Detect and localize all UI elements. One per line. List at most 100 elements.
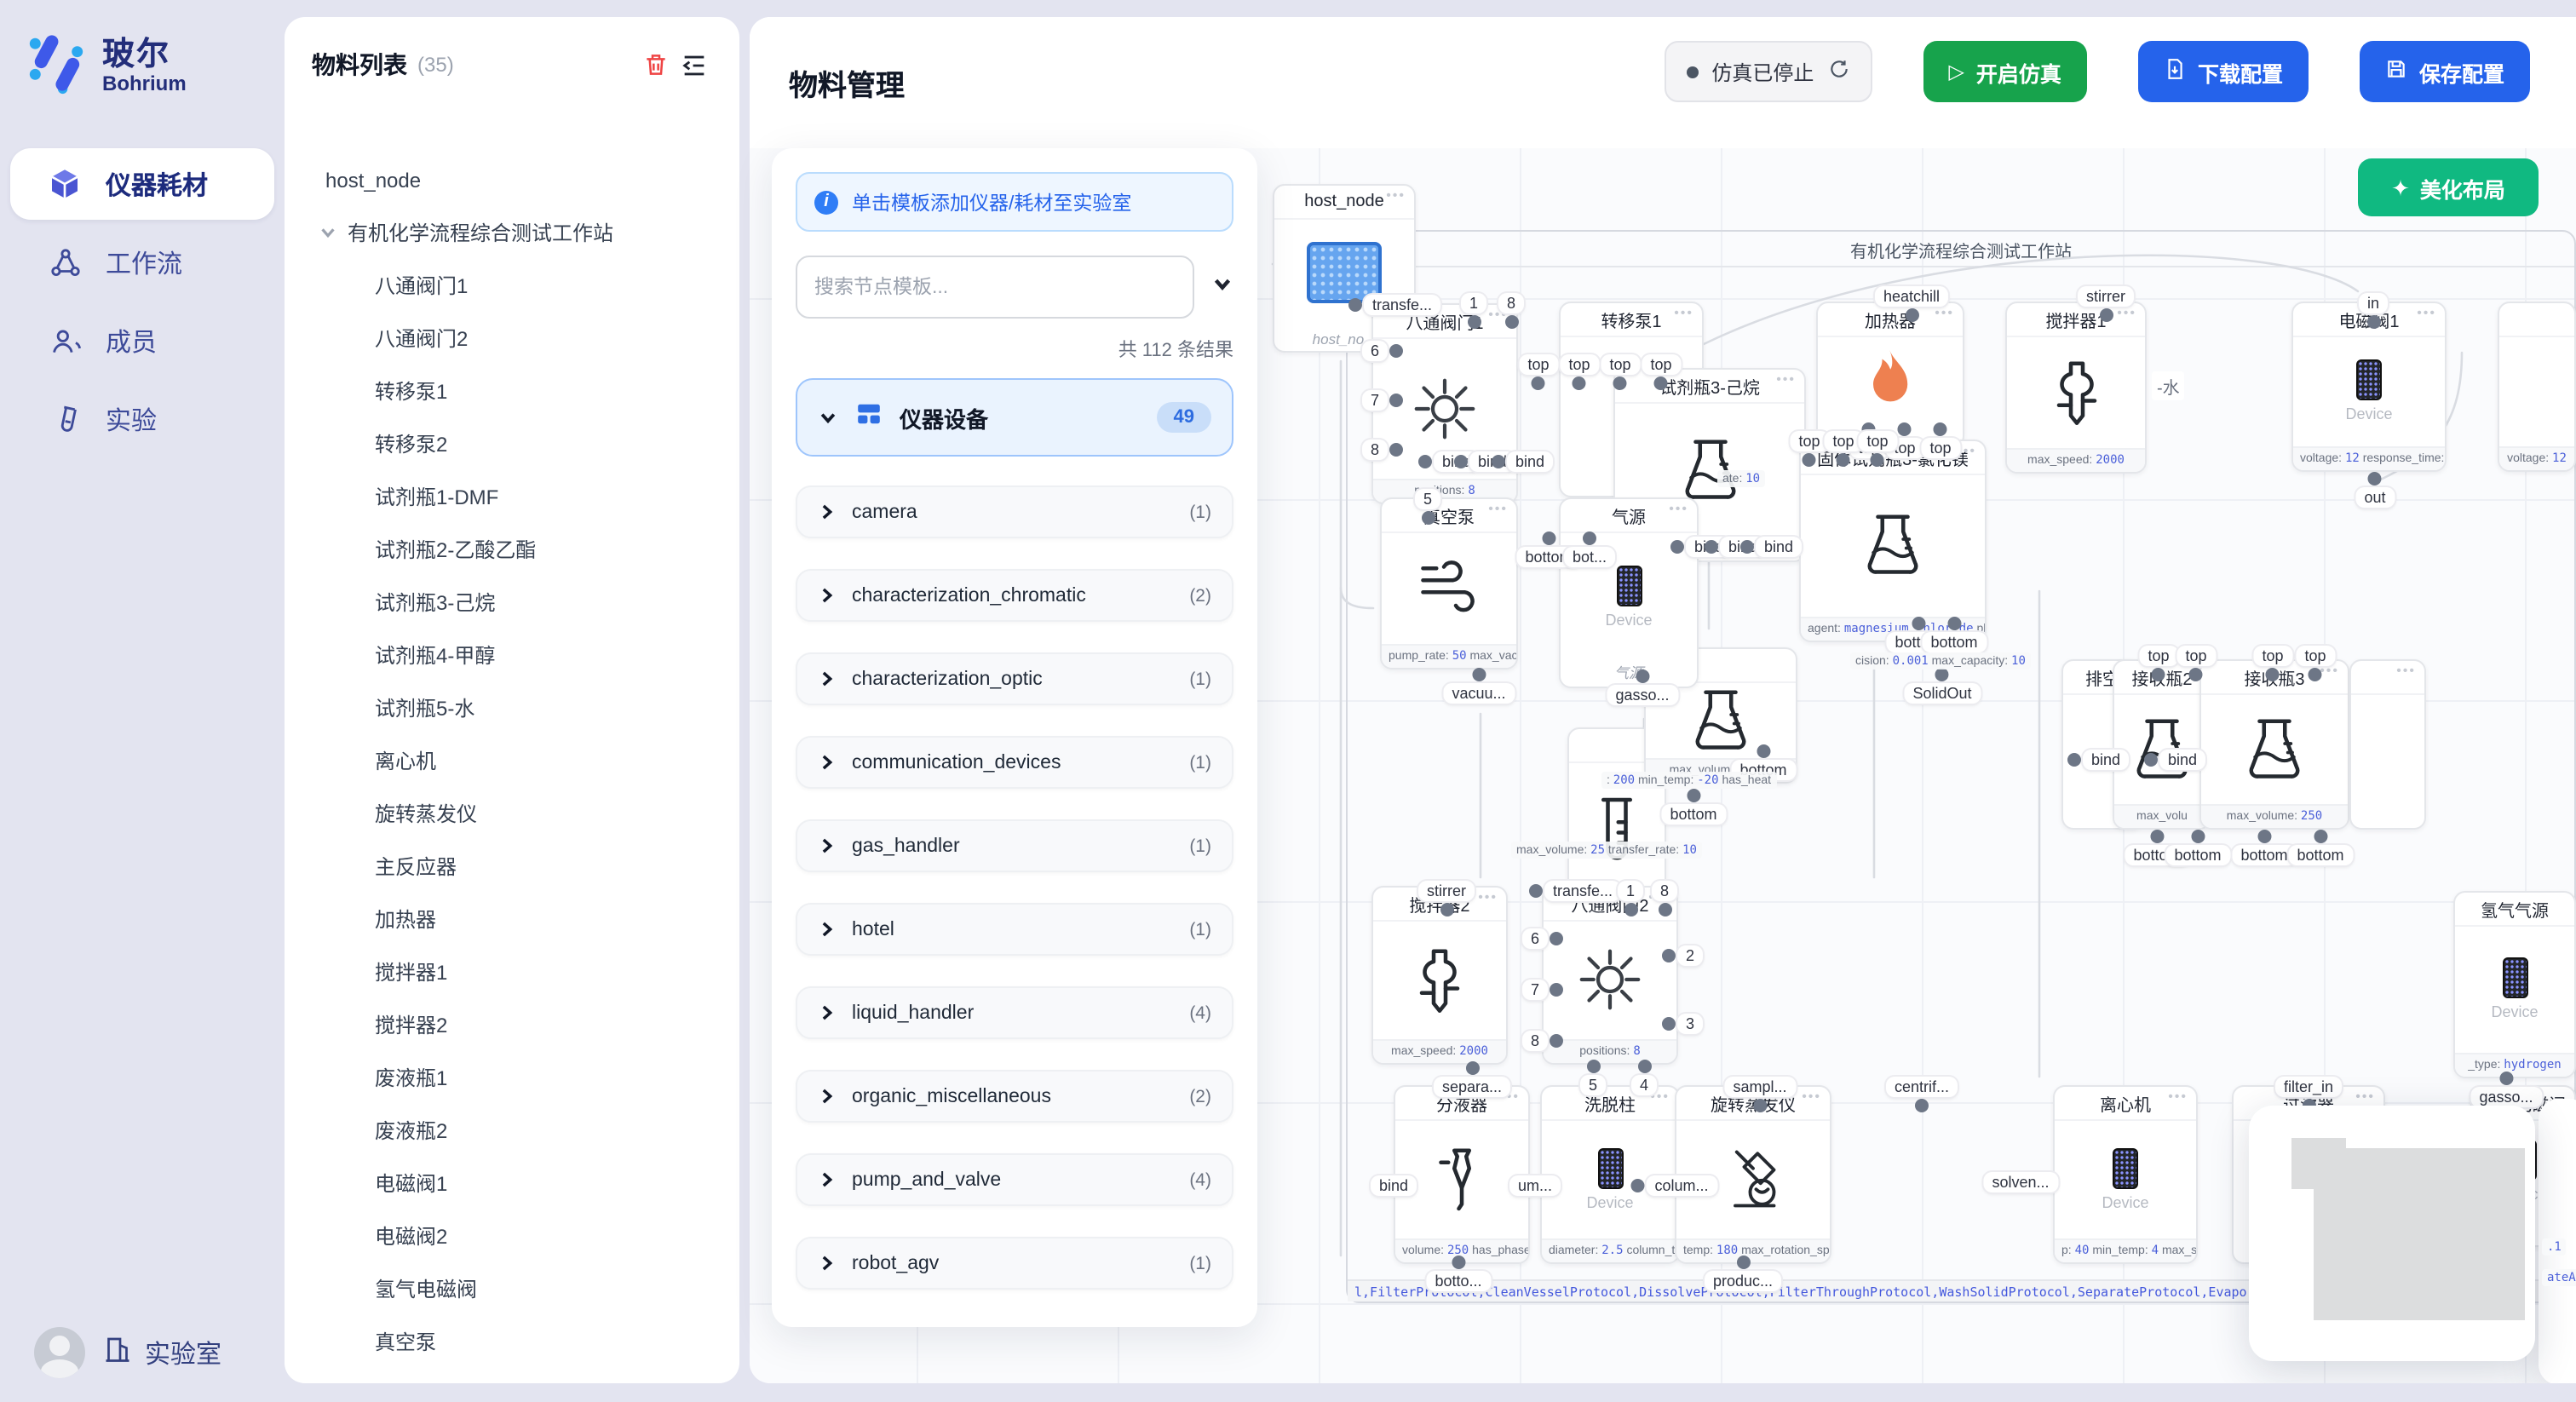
port-chip[interactable]: bottom	[1922, 632, 1986, 652]
node-menu-icon[interactable]: •••	[1478, 889, 1498, 905]
tree-item[interactable]: 转移泵2	[312, 417, 712, 470]
port-chip[interactable]: 4	[1631, 1075, 1657, 1095]
node-menu-icon[interactable]: •••	[1386, 187, 1406, 203]
port-chip[interactable]: 8	[1522, 1031, 1548, 1051]
tree-item[interactable]: 电磁阀1	[312, 1157, 712, 1210]
refresh-icon[interactable]	[1827, 58, 1849, 85]
lab-link[interactable]: 实验室	[102, 1334, 221, 1371]
port-chip[interactable]: stirrer	[2078, 286, 2134, 307]
node-menu-icon[interactable]: •••	[2417, 305, 2436, 320]
port-chip[interactable]: top	[1921, 438, 1959, 458]
port-chip[interactable]: 1	[1461, 293, 1486, 313]
node-menu-icon[interactable]: •••	[1488, 501, 1508, 516]
port-chip[interactable]: botto...	[1426, 1271, 1490, 1291]
port-chip[interactable]: top	[1519, 354, 1557, 375]
port-chip[interactable]: bind	[1507, 451, 1553, 472]
save-config-button[interactable]: 保存配置	[2360, 41, 2530, 102]
canvas-node[interactable]: 接收瓶2max_volu	[2113, 659, 2211, 830]
tree-item[interactable]: 八通阀门1	[312, 259, 712, 312]
port-chip[interactable]: 8	[1498, 293, 1524, 313]
tree-item[interactable]: 离心机	[312, 734, 712, 787]
canvas-node[interactable]: 洗脱柱•••Devicediameter: 2.5 column_type: s…	[1540, 1085, 1680, 1264]
avatar[interactable]	[34, 1327, 85, 1378]
port-chip[interactable]: in	[2359, 293, 2388, 313]
sidebar-item-members[interactable]: 成员	[10, 305, 274, 376]
port-chip[interactable]: centrif...	[1886, 1077, 1958, 1097]
template-category-item[interactable]: communication_devices (1)	[796, 736, 1233, 789]
port-chip[interactable]: bind	[1756, 537, 1802, 557]
port-chip[interactable]: sampl...	[1724, 1077, 1795, 1097]
start-simulation-button[interactable]: ▷ 开启仿真	[1923, 41, 2087, 102]
simulation-status-pill[interactable]: 仿真已停止	[1664, 41, 1872, 102]
port-chip[interactable]: bot...	[1564, 547, 1615, 567]
port-chip[interactable]: solven...	[1983, 1172, 2057, 1192]
template-category-item[interactable]: camera (1)	[796, 486, 1233, 538]
tree-item[interactable]: 试剂瓶5-水	[312, 681, 712, 734]
port-chip[interactable]: transfe...	[1364, 295, 1440, 315]
tree-item[interactable]: 主反应器	[312, 840, 712, 893]
tree-item[interactable]: 转移泵1	[312, 365, 712, 417]
port-chip[interactable]: gasso...	[1607, 685, 1677, 705]
port-chip[interactable]: transfe...	[1544, 881, 1621, 901]
tree-item[interactable]: 搅拌器1	[312, 945, 712, 998]
port-chip[interactable]: 8	[1362, 440, 1388, 460]
port-chip[interactable]: vacuu...	[1443, 683, 1514, 704]
template-category-item[interactable]: characterization_chromatic (2)	[796, 569, 1233, 622]
tree-item[interactable]: 旋转蒸发仪	[312, 787, 712, 840]
template-category-item[interactable]: characterization_optic (1)	[796, 652, 1233, 705]
port-chip[interactable]: 6	[1522, 928, 1548, 949]
collapse-templates-icon[interactable]	[1211, 272, 1233, 302]
port-chip[interactable]: bottom	[2232, 845, 2296, 865]
port-chip[interactable]: top	[1790, 431, 1828, 451]
port-chip[interactable]: top	[1601, 354, 1639, 375]
template-category-item[interactable]: organic_miscellaneous (2)	[796, 1070, 1233, 1123]
port-chip[interactable]: bind	[1371, 1175, 1417, 1196]
sidebar-item-instruments[interactable]: 仪器耗材	[10, 148, 274, 220]
port-chip[interactable]: filter_in	[2275, 1077, 2342, 1097]
search-input[interactable]	[796, 256, 1194, 319]
tree-item[interactable]: 试剂瓶4-甲醇	[312, 629, 712, 681]
port-chip[interactable]: bottom	[1661, 804, 1725, 825]
port-chip[interactable]: top	[2296, 646, 2334, 666]
canvas-node[interactable]: 气源•••Device气源	[1559, 497, 1699, 688]
port-chip[interactable]: top	[1824, 431, 1862, 451]
port-chip[interactable]: top	[2139, 646, 2177, 666]
port-chip[interactable]: produc...	[1705, 1271, 1781, 1291]
node-menu-icon[interactable]: •••	[1935, 305, 1954, 320]
port-chip[interactable]: bind	[2083, 750, 2129, 770]
tree-item[interactable]: 电磁阀2	[312, 1210, 712, 1262]
port-chip[interactable]: stirrer	[1418, 881, 1475, 901]
port-chip[interactable]: bind	[2159, 750, 2205, 770]
port-chip[interactable]: 6	[1362, 341, 1388, 361]
trash-icon[interactable]	[637, 46, 675, 83]
port-chip[interactable]: SolidOut	[1904, 683, 1980, 704]
sidebar-item-workflow[interactable]: 工作流	[10, 227, 274, 298]
tree-item[interactable]: 真空泵	[312, 1315, 712, 1368]
port-chip[interactable]: 2	[1677, 945, 1703, 966]
tree-item[interactable]: 废液瓶2	[312, 1104, 712, 1157]
canvas-node[interactable]: 搅拌器1•••max_speed: 2000	[2005, 302, 2147, 474]
canvas-node[interactable]: 氢气气源Device_type: hydrogen	[2453, 891, 2576, 1078]
node-menu-icon[interactable]: •••	[1776, 371, 1796, 387]
port-chip[interactable]: top	[1642, 354, 1680, 375]
sidebar-item-experiments[interactable]: 实验	[10, 383, 274, 455]
node-menu-icon[interactable]: •••	[2355, 1089, 2375, 1104]
canvas-node[interactable]: 真空泵•••pump_rate: 50 max_vacuum: 0.1	[1380, 497, 1518, 669]
template-category-item[interactable]: pump_and_valve (4)	[796, 1153, 1233, 1206]
node-menu-icon[interactable]: •••	[2117, 305, 2136, 320]
port-chip[interactable]: um...	[1509, 1175, 1561, 1196]
port-chip[interactable]: top	[2253, 646, 2291, 666]
port-chip[interactable]: top	[2176, 646, 2215, 666]
node-menu-icon[interactable]: •••	[1802, 1089, 1821, 1104]
canvas-node[interactable]: •••	[2349, 659, 2426, 830]
node-menu-icon[interactable]: •••	[2396, 663, 2416, 678]
port-chip[interactable]: separa...	[1434, 1077, 1510, 1097]
port-chip[interactable]: 8	[1652, 881, 1677, 901]
node-menu-icon[interactable]: •••	[1669, 501, 1688, 516]
bohrium-logo[interactable]: 玻尔 Bohrium	[0, 0, 285, 104]
canvas-node[interactable]: voltage: 12	[2498, 302, 2576, 472]
beautify-layout-button[interactable]: ✦ 美化布局	[2358, 158, 2539, 216]
template-category-item[interactable]: liquid_handler (4)	[796, 986, 1233, 1039]
category-instruments[interactable]: 仪器设备 49	[796, 378, 1233, 457]
tree-item-host-node[interactable]: host_node	[312, 153, 712, 206]
